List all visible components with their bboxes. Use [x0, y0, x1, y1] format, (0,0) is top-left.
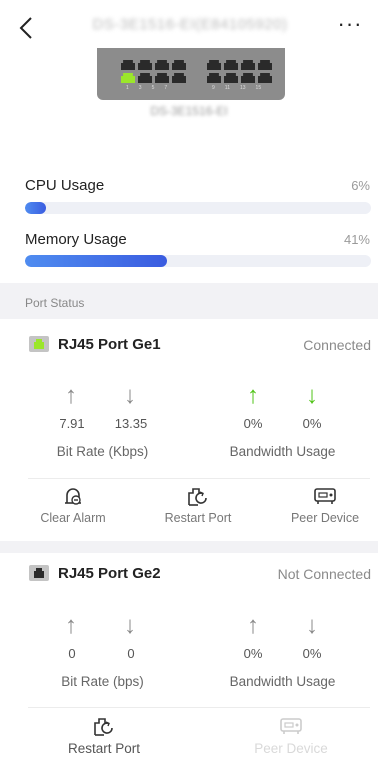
- divider: [28, 478, 370, 479]
- memory-usage-value: 41%: [343, 232, 370, 247]
- memory-usage-label: Memory Usage: [25, 231, 127, 248]
- port-ge2-name: RJ45 Port Ge2: [58, 565, 161, 582]
- port-ge2-bandwidth-label: Bandwidth Usage: [229, 674, 336, 689]
- port-ge1-bw-rx: 0%: [302, 416, 322, 431]
- bandwidth-up-arrow-icon: ↑: [247, 382, 259, 409]
- port-card-ge2: RJ45 Port Ge2 Not Connected ↑ ↓ 0 0 Bit …: [0, 553, 378, 763]
- port-ge1-bitrate-label: Bit Rate (Kbps): [56, 444, 149, 459]
- cpu-usage-label: CPU Usage: [25, 177, 105, 194]
- rx-down-arrow-icon: ↓: [124, 382, 136, 409]
- port-ge2-bitrate-label: Bit Rate (bps): [61, 674, 144, 689]
- divider: [28, 707, 370, 708]
- device-model: DS-3E1516-EI: [150, 104, 228, 118]
- restart-port-icon: [188, 488, 207, 506]
- memory-usage-fill: [25, 255, 167, 267]
- bandwidth-down-arrow-icon: ↓: [306, 382, 318, 409]
- tx-up-arrow-icon: ↑: [65, 382, 77, 409]
- more-options-icon[interactable]: ···: [334, 13, 366, 40]
- port-ge1-name: RJ45 Port Ge1: [58, 336, 161, 353]
- port-ge2-status: Not Connected: [277, 566, 371, 582]
- port-ge2-rx: 0: [127, 646, 135, 661]
- port-ge1-tx: 7.91: [59, 416, 85, 431]
- clear-alarm-button[interactable]: Clear Alarm: [30, 485, 116, 525]
- port-group-left: [121, 60, 186, 83]
- tx-up-arrow-icon: ↑: [65, 612, 77, 639]
- bandwidth-up-arrow-icon: ↑: [247, 612, 259, 639]
- port-card-ge1: RJ45 Port Ge1 Connected ↑ ↓ 7.91 13.35 B…: [0, 319, 378, 541]
- port-ge2-icon: [29, 565, 49, 581]
- port-ge2-bw-rx: 0%: [302, 646, 322, 661]
- port-ge1-icon: [29, 336, 49, 352]
- peer-device-button[interactable]: Peer Device: [245, 715, 337, 756]
- card-divider: [0, 541, 378, 553]
- cpu-usage-bar: [25, 202, 371, 214]
- alarm-bell-icon: [65, 488, 81, 505]
- bandwidth-down-arrow-icon: ↓: [306, 612, 318, 639]
- port-ge1-bandwidth-label: Bandwidth Usage: [229, 444, 336, 459]
- port-group-right: [207, 60, 272, 83]
- peer-device-icon: [314, 488, 336, 504]
- restart-port-icon: [94, 718, 113, 736]
- restart-port-button[interactable]: Restart Port: [148, 485, 248, 525]
- peer-device-icon: [280, 718, 302, 734]
- restart-port-button[interactable]: Restart Port: [54, 715, 154, 756]
- port-ge1-rx: 13.35: [114, 416, 148, 431]
- port-ge2-tx: 0: [68, 646, 76, 661]
- port-ge1-status: Connected: [303, 337, 371, 353]
- cpu-usage-fill: [25, 202, 46, 214]
- peer-device-button[interactable]: Peer Device: [280, 485, 370, 525]
- rx-down-arrow-icon: ↓: [124, 612, 136, 639]
- port-ge1-bw-tx: 0%: [243, 416, 263, 431]
- port-status-header: Port Status: [25, 296, 85, 310]
- port-numbers-right: 9 11 13 15: [212, 85, 262, 91]
- switch-illustration: 1357 9 11 13 15: [97, 48, 285, 100]
- page-title: DS-3E1516-EI(E84105920): [92, 16, 288, 33]
- port-ge2-bw-tx: 0%: [243, 646, 263, 661]
- memory-usage-bar: [25, 255, 371, 267]
- cpu-usage-value: 6%: [351, 178, 370, 193]
- back-icon[interactable]: [16, 14, 38, 42]
- port-numbers-left: 1357: [126, 85, 168, 91]
